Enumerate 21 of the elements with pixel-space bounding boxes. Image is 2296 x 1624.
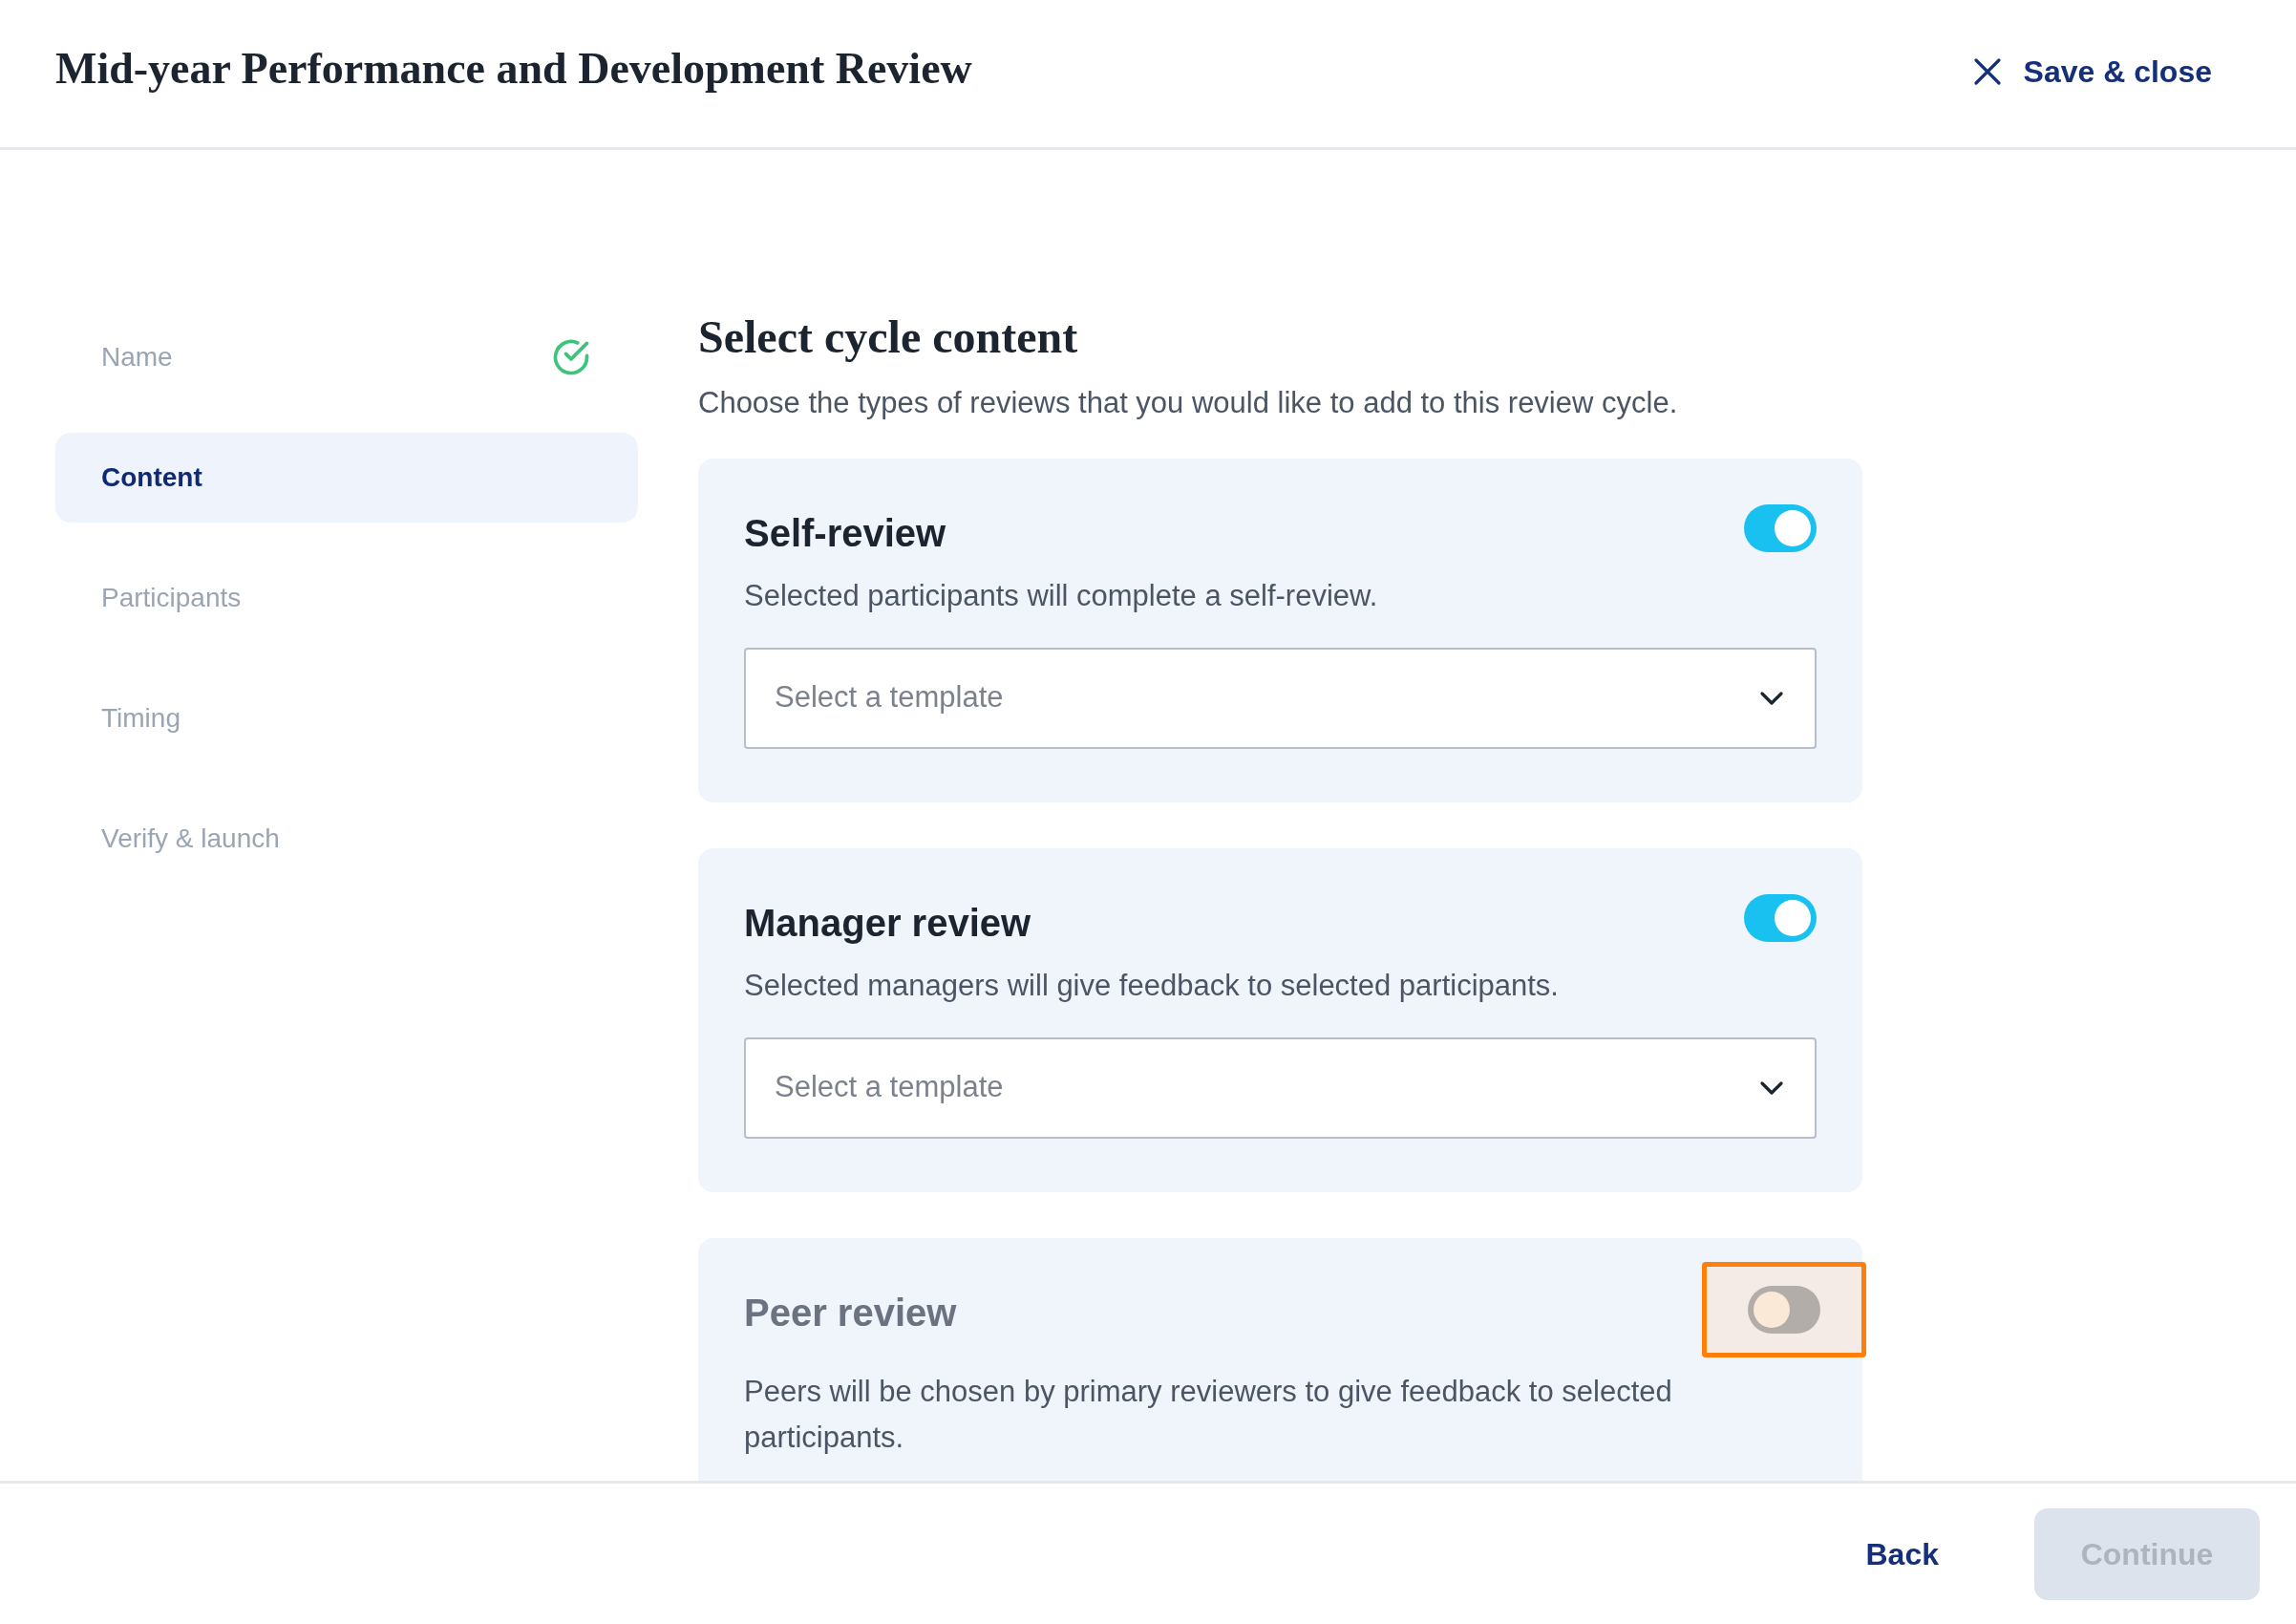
toggle-switch[interactable] xyxy=(1744,893,1817,942)
review-description: Selected participants will complete a self-review. xyxy=(744,577,1379,614)
template-select[interactable]: Select a template xyxy=(744,647,1817,749)
review-title: Peer review xyxy=(744,1290,957,1336)
step-tab[interactable]: Content xyxy=(55,433,638,523)
template-select[interactable]: Select a template xyxy=(744,1036,1817,1139)
review-description: Peers will be chosen by primary reviewers to give feedback to selected participants. xyxy=(744,1373,1673,1456)
toggle-switch[interactable] xyxy=(1748,1285,1820,1334)
review-title: Self-review xyxy=(744,510,946,556)
section-heading: Select cycle content xyxy=(698,310,1079,364)
step-tab[interactable]: Name xyxy=(55,312,638,402)
step-tab[interactable]: Timing xyxy=(55,673,638,763)
toggle-switch[interactable] xyxy=(1744,503,1817,552)
save-close-button[interactable]: Save & close xyxy=(1971,49,2212,95)
section-description: Choose the types of reviews that you would like to add to this review cycle. xyxy=(698,385,1679,421)
back-button[interactable]: Back xyxy=(1865,1530,1939,1577)
step-tab[interactable]: Participants xyxy=(55,553,638,643)
review-description: Selected managers will give feedback to selected participants. xyxy=(744,967,1560,1004)
step-tab[interactable]: Verify & launch xyxy=(55,794,638,884)
review-title: Manager review xyxy=(744,900,1031,946)
page-title: Mid-year Performance and Development Review xyxy=(55,42,972,95)
